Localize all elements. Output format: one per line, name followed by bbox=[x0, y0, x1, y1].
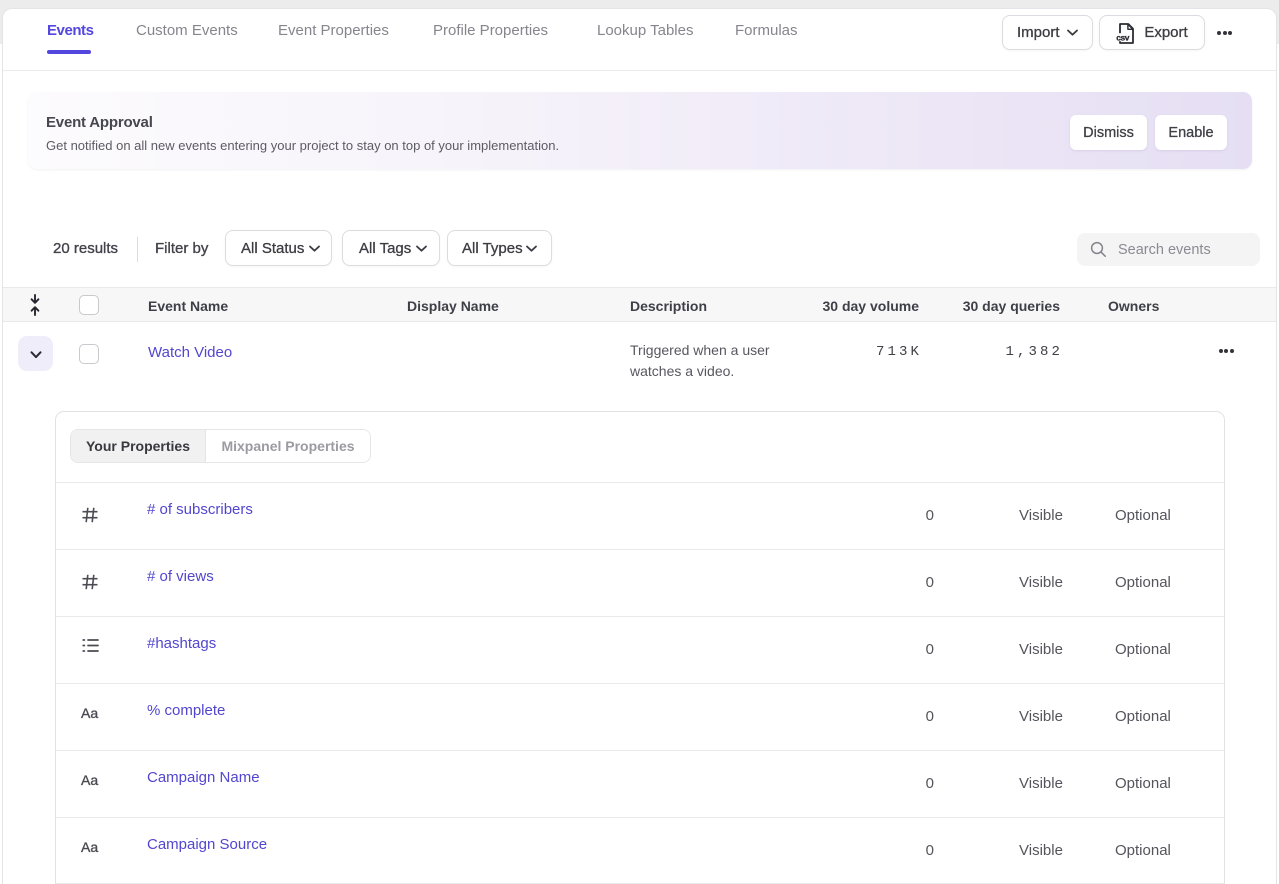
svg-text:csv: csv bbox=[1117, 32, 1130, 42]
